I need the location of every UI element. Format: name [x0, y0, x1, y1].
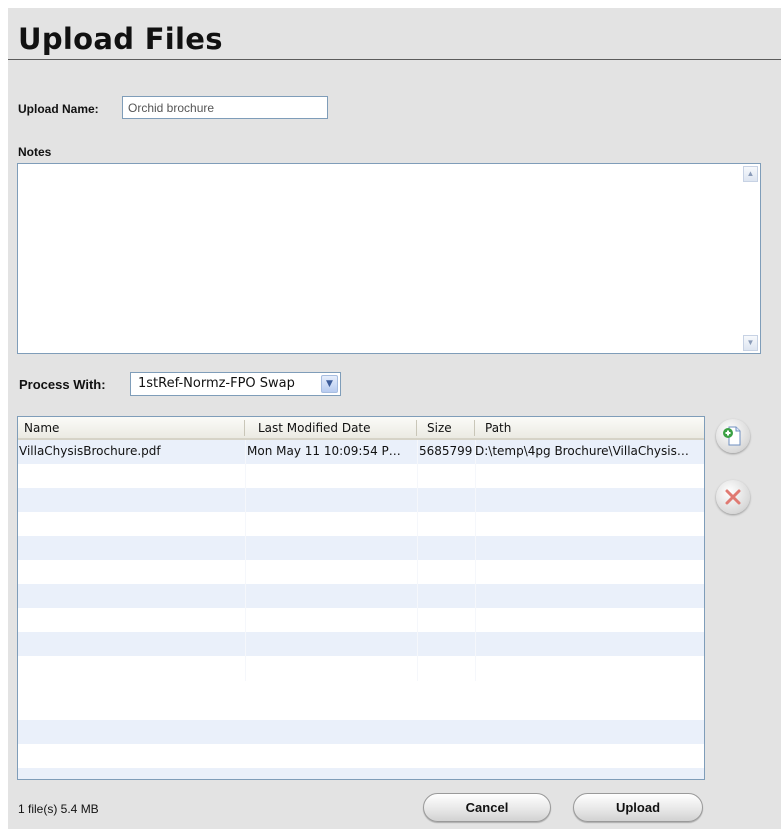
title-divider — [8, 59, 781, 60]
upload-dialog: Upload Files Upload Name: Orchid brochur… — [8, 8, 781, 829]
notes-textarea[interactable]: ▲ ▼ — [17, 163, 761, 354]
empty-row — [18, 680, 704, 704]
upload-name-input[interactable]: Orchid brochure — [122, 96, 328, 119]
column-divider[interactable] — [474, 420, 475, 436]
scroll-up-icon[interactable]: ▲ — [743, 166, 758, 182]
empty-row — [18, 464, 704, 488]
table-row[interactable]: VillaChysisBrochure.pdf Mon May 11 10:09… — [18, 440, 704, 464]
add-file-button[interactable] — [716, 419, 750, 453]
empty-row — [18, 584, 704, 608]
table-header: Name Last Modified Date Size Path — [18, 417, 704, 440]
remove-file-button[interactable] — [716, 480, 750, 514]
empty-row — [18, 560, 704, 584]
empty-row — [18, 744, 704, 768]
file-name-cell: VillaChysisBrochure.pdf — [19, 444, 161, 458]
modified-date-cell: Mon May 11 10:09:54 P… — [247, 444, 401, 458]
cancel-button[interactable]: Cancel — [423, 793, 551, 822]
path-cell: D:\temp\4pg Brochure\VillaChysis… — [475, 444, 689, 458]
empty-row — [18, 632, 704, 656]
files-table[interactable]: Name Last Modified Date Size Path VillaC… — [17, 416, 705, 780]
column-header-path[interactable]: Path — [485, 421, 511, 435]
upload-name-label: Upload Name: — [18, 102, 99, 116]
process-with-select[interactable]: 1stRef-Normz-FPO Swap ▼ — [130, 372, 341, 396]
empty-row — [18, 512, 704, 536]
column-rule — [417, 440, 418, 681]
scroll-down-icon[interactable]: ▼ — [743, 335, 758, 351]
column-header-size[interactable]: Size — [427, 421, 452, 435]
column-rule — [475, 440, 476, 681]
size-cell: 5685799 — [419, 444, 473, 458]
empty-row — [18, 656, 704, 680]
upload-button[interactable]: Upload — [573, 793, 703, 822]
notes-label: Notes — [18, 145, 52, 159]
column-divider[interactable] — [244, 420, 245, 436]
add-file-icon — [723, 426, 741, 446]
empty-row — [18, 720, 704, 744]
column-header-modified[interactable]: Last Modified Date — [258, 421, 371, 435]
process-with-label: Process With: — [19, 377, 106, 392]
empty-row — [18, 608, 704, 632]
column-divider[interactable] — [416, 420, 417, 436]
process-with-value: 1stRef-Normz-FPO Swap — [138, 376, 295, 391]
chevron-down-icon[interactable]: ▼ — [321, 375, 338, 393]
page-title: Upload Files — [18, 22, 223, 56]
remove-x-icon — [725, 489, 741, 505]
file-summary-status: 1 file(s) 5.4 MB — [18, 802, 99, 816]
empty-row — [18, 536, 704, 560]
empty-row — [18, 488, 704, 512]
empty-row — [18, 768, 704, 779]
column-header-name[interactable]: Name — [24, 421, 59, 435]
column-rule — [245, 440, 246, 681]
